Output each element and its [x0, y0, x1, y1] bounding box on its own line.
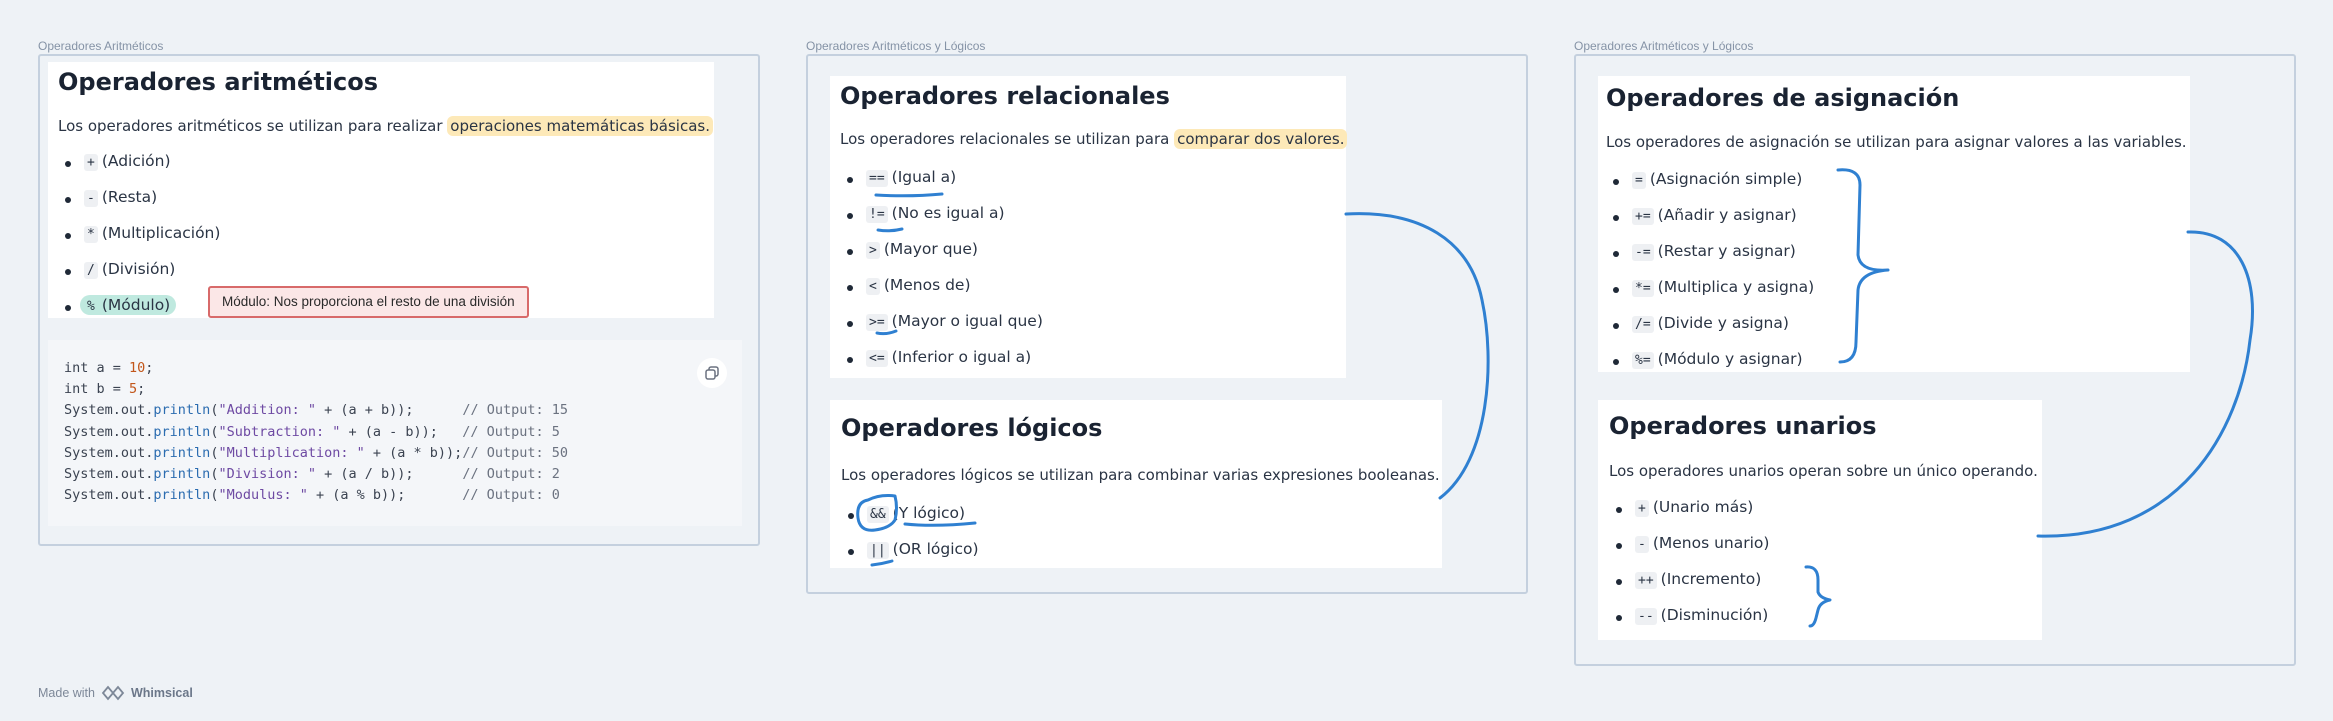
list-item: && (Y lógico) [841, 504, 979, 540]
card-arithmetic: Operadores aritméticos Los operadores ar… [48, 62, 714, 318]
arithmetic-description: Los operadores aritméticos se utilizan p… [58, 116, 713, 136]
logical-title: Operadores lógicos [841, 414, 1103, 442]
list-item: - (Resta) [58, 188, 220, 224]
arithmetic-list: + (Adición) - (Resta) * (Multiplicación) /(… [58, 152, 220, 332]
unary-list: + (Unario más) - (Menos unario) ++ (Increme… [1609, 498, 1769, 642]
whimsical-logo-icon [101, 685, 125, 701]
code-line: System.out.println("Subtraction: " + (a … [64, 423, 560, 440]
arithmetic-title: Operadores aritméticos [58, 68, 379, 96]
list-item: += (Añadir y asignar) [1606, 206, 1814, 242]
code-line: System.out.println("Addition: " + (a + b… [64, 402, 568, 419]
highlight: comparar dos valores. [1174, 129, 1348, 149]
brand-name: Whimsical [130, 686, 193, 700]
frame-title-arithmetic: Operadores Aritméticos [38, 39, 164, 53]
list-item: %= (Módulo y asignar) [1606, 350, 1814, 386]
list-item: -- (Disminución) [1609, 606, 1769, 642]
list-item: + (Adición) [58, 152, 220, 188]
relational-description: Los operadores relacionales se utilizan … [840, 129, 1348, 149]
assignment-description: Los operadores de asignación se utilizan… [1606, 133, 2187, 151]
code-line: System.out.println("Multiplication: " + … [64, 444, 568, 461]
logical-description: Los operadores lógicos se utilizan para … [841, 466, 1440, 484]
assignment-list: = (Asignación simple) += (Añadir y asignar… [1606, 170, 1814, 386]
code-line: int b = 5; [64, 381, 146, 398]
list-item: / (División) [58, 260, 220, 296]
unary-description: Los operadores unarios operan sobre un ú… [1609, 462, 2038, 480]
list-item: != (No es igual a) [840, 204, 1043, 240]
code-line: int a = 10; [64, 360, 154, 376]
code-block: int a = 10; int b = 5; System.out.println(… [48, 340, 742, 526]
modulo-tooltip: Módulo: Nos proporciona el resto de una … [208, 286, 529, 318]
list-item: + (Unario más) [1609, 498, 1769, 534]
frame-title-logical: Operadores Aritméticos y Lógicos [806, 39, 986, 53]
list-item: < (Menos de) [840, 276, 1043, 312]
card-assignment: Operadores de asignación Los operadores … [1598, 76, 2190, 372]
copy-icon [705, 366, 719, 380]
code-line: System.out.println("Division: " + (a / b… [64, 466, 560, 483]
list-item: /= (Divide y asigna) [1606, 314, 1814, 350]
relational-list: == (Igual a) != (No es igual a) > (Mayor qu… [840, 168, 1043, 384]
list-item: == (Igual a) [840, 168, 1043, 204]
list-item: >= (Mayor o igual que) [840, 312, 1043, 348]
highlight: operaciones matemáticas básicas. [447, 116, 713, 136]
logical-list: && (Y lógico) || (OR lógico) [841, 504, 979, 576]
code-content: int a = 10; int b = 5; System.out.println(… [64, 358, 568, 506]
footer: Made with Whimsical [38, 685, 193, 701]
code-line: System.out.println("Modulus: " + (a % b)… [64, 487, 560, 504]
list-item: > (Mayor que) [840, 240, 1043, 276]
card-relational: Operadores relacionales Los operadores r… [830, 76, 1348, 378]
list-item: *= (Multiplica y asigna) [1606, 278, 1814, 314]
list-item: -= (Restar y asignar) [1606, 242, 1814, 278]
card-logical: Operadores lógicos Los operadores lógico… [830, 400, 1442, 568]
frame-title-assignment-unary: Operadores Aritméticos y Lógicos [1574, 39, 1754, 53]
list-item: - (Menos unario) [1609, 534, 1769, 570]
relational-title: Operadores relacionales [840, 82, 1170, 110]
assignment-title: Operadores de asignación [1606, 84, 1960, 112]
list-item: = (Asignación simple) [1606, 170, 1814, 206]
list-item: || (OR lógico) [841, 540, 979, 576]
list-item: ++ (Incremento) [1609, 570, 1769, 606]
unary-title: Operadores unarios [1609, 412, 1877, 440]
copy-button[interactable] [697, 358, 727, 388]
list-item: <= (Inferior o igual a) [840, 348, 1043, 384]
list-item: * (Multiplicación) [58, 224, 220, 260]
list-item: % (Módulo) [58, 295, 220, 332]
card-unary: Operadores unarios Los operadores unario… [1598, 400, 2042, 640]
